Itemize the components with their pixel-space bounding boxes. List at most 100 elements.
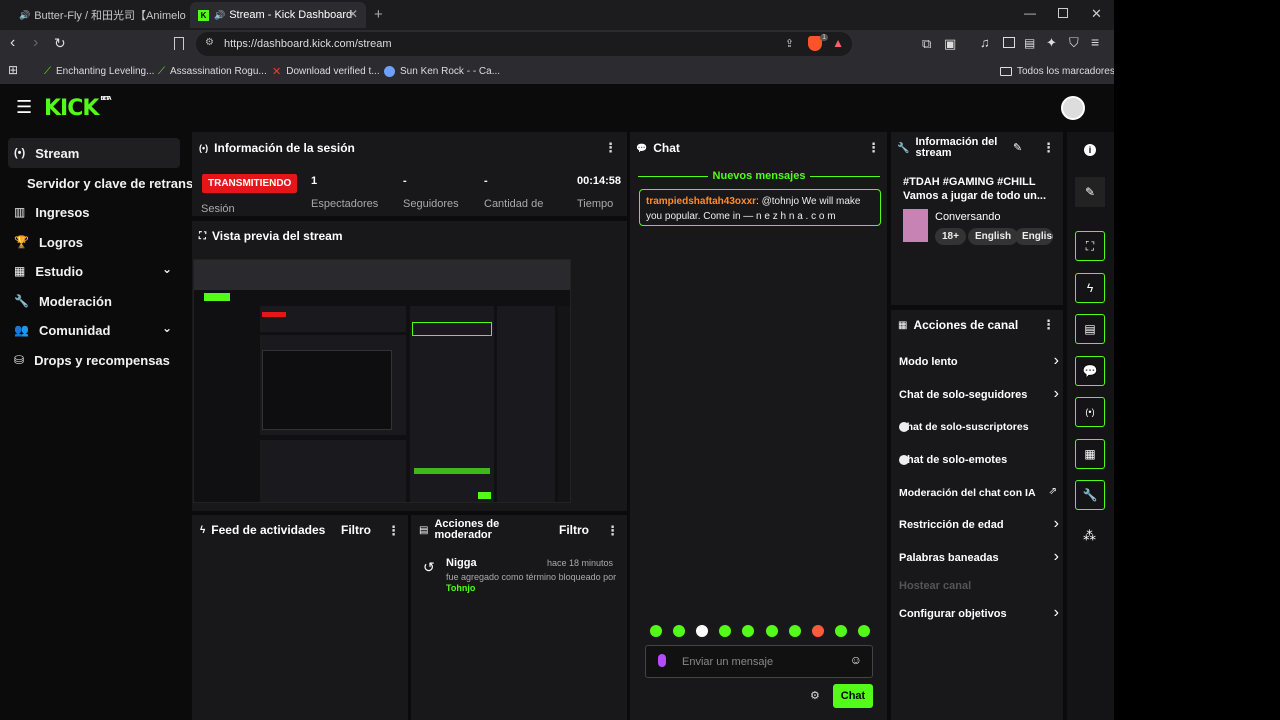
brave-rewards-icon[interactable]: ▲: [832, 36, 844, 50]
forward-icon[interactable]: ›: [33, 34, 38, 52]
tag-badge[interactable]: English: [968, 228, 1019, 245]
emote-icon[interactable]: [740, 623, 757, 639]
url-field[interactable]: ⚙ https://dashboard.kick.com/stream ⇪ 1 …: [196, 32, 852, 56]
more-options-icon[interactable]: ⋮: [1042, 140, 1055, 156]
send-chat-button[interactable]: Chat: [833, 684, 873, 708]
user-avatar[interactable]: [1061, 96, 1085, 120]
more-options-icon[interactable]: ⋮: [867, 140, 880, 156]
chevron-right-icon: ›: [1053, 385, 1059, 402]
emote-icon[interactable]: [694, 623, 711, 639]
microphone-icon[interactable]: [658, 654, 666, 667]
chat-input[interactable]: Enviar un mensaje ☺: [645, 645, 873, 678]
category-thumbnail[interactable]: [903, 209, 928, 242]
banned-words-row[interactable]: Palabras baneadas ›: [899, 548, 1059, 567]
session-info-header: (•) Información de la sesión: [199, 141, 355, 155]
emoji-picker-icon[interactable]: ☺: [850, 653, 862, 667]
category-name[interactable]: Conversando: [935, 211, 1000, 223]
stream-info-header: 🔧 Información del stream: [897, 137, 1007, 159]
sidebar-item-server-key[interactable]: Servidor y clave de retransmisión: [8, 168, 192, 198]
site-info-icon[interactable]: ⚙: [205, 37, 214, 48]
slow-mode-row[interactable]: Modo lento ›: [899, 352, 1059, 371]
session-toggle-icon[interactable]: (•): [1075, 397, 1105, 427]
entry-moderator[interactable]: Tohnjo: [446, 583, 475, 593]
feed-filter-button[interactable]: Filtro: [341, 523, 371, 537]
emote-icon[interactable]: [671, 623, 688, 639]
minimize-icon[interactable]: —: [1024, 6, 1036, 20]
emote-icon[interactable]: [855, 623, 872, 639]
sidebar-item-comunidad[interactable]: 👥 Comunidad ⌄: [8, 315, 180, 345]
sidebar-item-stream[interactable]: (•) Stream: [8, 138, 180, 168]
emote-icon[interactable]: [786, 623, 803, 639]
bookmark-item[interactable]: ⟋ Assassination Rogu...: [158, 63, 267, 79]
screenshot-icon[interactable]: ▣: [944, 36, 956, 52]
chat-message[interactable]: trampiedshaftah43oxxr: @tohnjo We will m…: [639, 189, 881, 226]
leo-ai-icon[interactable]: ✦: [1046, 35, 1057, 51]
reload-icon[interactable]: ↻: [54, 35, 66, 52]
music-icon[interactable]: ♫: [980, 35, 990, 50]
apps-grid-icon[interactable]: ⊞: [8, 63, 18, 77]
kick-logo[interactable]: KICK BETA: [44, 96, 112, 121]
preview-browser-chrome: [194, 260, 570, 290]
vpn-shield-icon[interactable]: ⛉: [1069, 35, 1079, 51]
preview-icon: ⛶: [199, 230, 206, 242]
back-icon[interactable]: ‹: [10, 34, 15, 52]
emote-icon[interactable]: [763, 623, 780, 639]
share-nodes-icon[interactable]: ⁂: [1083, 528, 1096, 544]
edit-pencil-icon[interactable]: ✎: [1013, 141, 1022, 154]
bookmark-item[interactable]: ✕ Download verified t...: [272, 63, 380, 79]
close-tab-icon[interactable]: ✕: [348, 7, 358, 21]
emote-icon[interactable]: [832, 623, 849, 639]
more-options-icon[interactable]: ⋮: [604, 140, 617, 156]
tag-badge[interactable]: 18+: [935, 228, 966, 245]
tab-kick[interactable]: K 🔊 Stream - Kick Dashboard ✕: [190, 2, 366, 28]
goals-row[interactable]: Configurar objetivos ›: [899, 604, 1059, 623]
stream-preview-video[interactable]: [193, 259, 571, 503]
more-options-icon[interactable]: ⋮: [1042, 317, 1055, 333]
extension-puzzle-icon[interactable]: ⧉: [922, 36, 931, 52]
emote-icon[interactable]: [717, 623, 734, 639]
wallet-icon[interactable]: ▤: [1024, 36, 1035, 50]
hamburger-menu-icon[interactable]: ☰: [16, 97, 32, 118]
more-options-icon[interactable]: ⋮: [387, 523, 400, 539]
stream-info-toggle-icon[interactable]: 🔧: [1075, 480, 1105, 510]
sidebar-item-moderacion[interactable]: 🔧 Moderación: [8, 286, 180, 316]
ai-moderation-row[interactable]: Moderación del chat con IA ⇗: [899, 484, 1059, 502]
emote-icon[interactable]: [648, 623, 664, 639]
followers-only-row[interactable]: Chat de solo-seguidores ›: [899, 385, 1059, 404]
brave-badge: 1: [820, 34, 828, 41]
all-bookmarks[interactable]: Todos los marcadores: [1000, 63, 1114, 79]
action-label: Chat de solo-suscriptores: [899, 421, 1029, 433]
preview-logo: [204, 293, 230, 301]
chat-username[interactable]: trampiedshaftah43oxxr: [646, 196, 756, 207]
more-options-icon[interactable]: ⋮: [606, 523, 619, 539]
new-messages-divider[interactable]: Nuevos mensajes: [638, 170, 880, 182]
chat-settings-icon[interactable]: ⚙: [810, 689, 820, 702]
preview-toggle-icon[interactable]: ⛶: [1075, 231, 1105, 261]
info-icon[interactable]: i: [1084, 144, 1096, 156]
sidebar-item-estudio[interactable]: ▦ Estudio ⌄: [8, 256, 180, 286]
bookmark-item[interactable]: Sun Ken Rock - - Ca...: [384, 63, 500, 79]
viewers-value: 1: [311, 175, 318, 187]
sidebar-item-ingresos[interactable]: ▥ Ingresos: [8, 197, 180, 227]
new-tab-icon[interactable]: +: [374, 6, 383, 23]
chat-toggle-icon[interactable]: 💬: [1075, 356, 1105, 386]
edit-pencil-icon[interactable]: ✎: [1075, 177, 1105, 207]
maximize-icon[interactable]: [1058, 8, 1068, 18]
entry-user[interactable]: Nigga: [446, 557, 477, 569]
close-window-icon[interactable]: ✕: [1091, 6, 1102, 22]
sidebar-item-drops[interactable]: ⛁ Drops y recompensas: [8, 345, 180, 375]
sidebar-toggle-icon[interactable]: [1003, 37, 1015, 48]
emote-icon[interactable]: [809, 623, 826, 639]
bookmark-icon[interactable]: [174, 37, 184, 50]
activity-feed-toggle-icon[interactable]: ϟ: [1075, 273, 1105, 303]
age-restriction-row[interactable]: Restricción de edad ›: [899, 515, 1059, 534]
tab-youtube[interactable]: 🔊 Butter-Fly / 和田光司【Animelo Su: [6, 2, 186, 28]
tag-badge[interactable]: English: [1015, 228, 1053, 245]
modactions-filter-button[interactable]: Filtro: [559, 523, 589, 537]
menu-icon[interactable]: ≡: [1091, 34, 1099, 50]
sidebar-item-logros[interactable]: 🏆 Logros: [8, 227, 180, 257]
share-icon[interactable]: ⇪: [785, 37, 794, 50]
channel-actions-toggle-icon[interactable]: ▦: [1075, 439, 1105, 469]
mod-actions-toggle-icon[interactable]: ▤: [1075, 314, 1105, 344]
bookmark-item[interactable]: ⟋ Enchanting Leveling...: [44, 63, 154, 79]
